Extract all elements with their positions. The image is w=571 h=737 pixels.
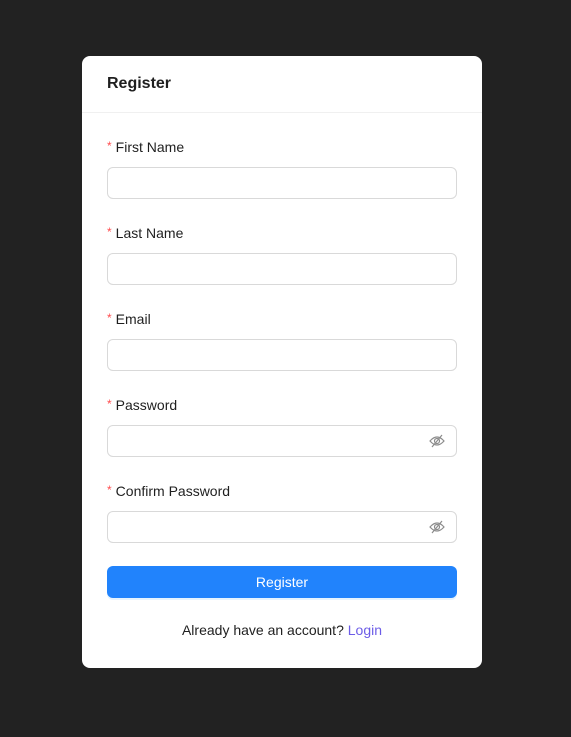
field-first-name: * First Name [107, 136, 457, 199]
required-mark: * [107, 397, 112, 411]
eye-invisible-icon[interactable] [429, 434, 445, 448]
required-mark: * [107, 225, 112, 239]
first-name-input[interactable] [108, 168, 430, 198]
field-label: * Confirm Password [107, 480, 457, 502]
field-password: * Password [107, 394, 457, 457]
login-prompt-text: Already have an account? [181, 622, 344, 638]
card-title: Register [107, 75, 172, 92]
field-label: * Email [107, 308, 457, 330]
email-input-wrapper [107, 339, 457, 371]
eye-invisible-icon[interactable] [429, 520, 445, 534]
label-text: Confirm Password [115, 483, 231, 499]
label-text: Email [115, 311, 151, 327]
last-name-input[interactable] [108, 254, 430, 284]
required-mark: * [107, 311, 112, 325]
card-header: Register [82, 56, 482, 113]
field-label: * Password [107, 394, 457, 416]
confirm-password-input[interactable] [108, 512, 430, 542]
register-card: Register * First Name * Last Name * Email * Pas… [82, 56, 482, 668]
field-confirm-password: * Confirm Password [107, 480, 457, 543]
field-email: * Email [107, 308, 457, 371]
required-mark: * [107, 483, 112, 497]
field-label: * Last Name [107, 222, 457, 244]
login-link[interactable]: Login [348, 622, 382, 638]
label-text: Last Name [115, 225, 184, 241]
email-input[interactable] [108, 340, 430, 370]
register-button[interactable]: Register [107, 566, 457, 598]
password-input-wrapper [107, 425, 457, 457]
password-input[interactable] [108, 426, 430, 456]
field-label: * First Name [107, 136, 457, 158]
login-prompt: Already have an account? Login [82, 622, 482, 638]
confirm-password-input-wrapper [107, 511, 457, 543]
first-name-input-wrapper [107, 167, 457, 199]
last-name-input-wrapper [107, 253, 457, 285]
label-text: Password [115, 397, 178, 413]
field-last-name: * Last Name [107, 222, 457, 285]
label-text: First Name [115, 139, 185, 155]
required-mark: * [107, 139, 112, 153]
